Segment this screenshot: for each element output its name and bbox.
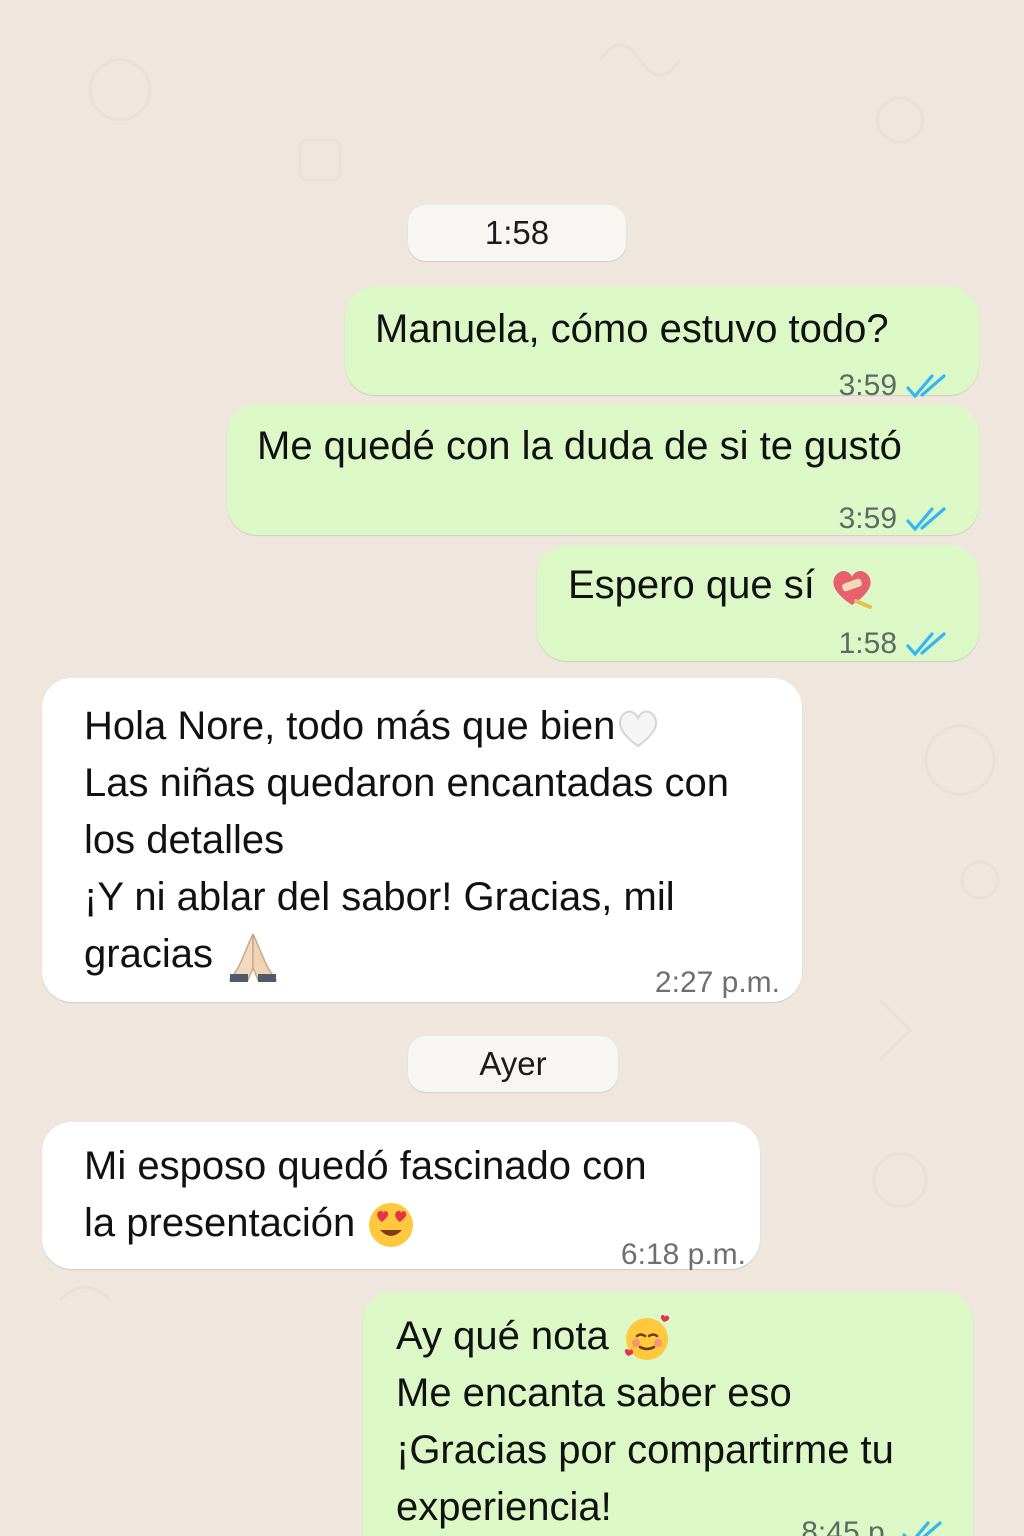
message-text-line: Mi esposo quedó fascinado con — [84, 1144, 647, 1188]
message-time: 2:27 p.m. — [654, 966, 780, 999]
message-bubble-outgoing[interactable]: Ay qué nota Me encanta saber eso ¡Gracia… — [363, 1292, 973, 1536]
message-text-line: Hola Nore, todo más que bien — [84, 698, 729, 755]
message-time: 1:58 — [838, 627, 897, 660]
message-text-line: Ay qué nota — [396, 1308, 894, 1365]
praying-hands-icon — [228, 934, 278, 983]
message-text-line: ¡Gracias por compartirme tu — [396, 1428, 894, 1472]
date-divider: 1:58 — [408, 205, 626, 261]
double-check-read-icon — [906, 506, 946, 531]
message-text-line: ¡Y ni ablar del sabor! Gracias, mil — [84, 875, 675, 919]
double-check-read-icon — [906, 373, 946, 398]
message-text: Me quedé con la duda de si te gustó — [257, 424, 902, 468]
message-text-line: Espero que sí — [568, 563, 815, 607]
message-meta: 6:18 p.m. — [621, 1226, 746, 1283]
date-divider: Ayer — [408, 1036, 618, 1092]
double-check-read-icon — [906, 631, 946, 656]
message-bubble-incoming[interactable]: Hola Nore, todo más que bien Las niñas q… — [42, 678, 802, 1002]
message-text: Espero que sí — [568, 557, 878, 614]
message-time: 3:59 — [838, 502, 897, 535]
message-meta: 1:58 — [839, 615, 949, 672]
message-meta: 8:45 p. — [801, 1504, 945, 1536]
message-text-line: los detalles — [84, 818, 285, 862]
message-meta: 2:27 p.m. — [655, 954, 780, 1011]
message-bubble-outgoing[interactable]: Manuela, cómo estuvo todo? 3:59 — [345, 287, 979, 402]
message-text-line: Las niñas quedaron encantadas con — [84, 761, 729, 805]
message-bubble-outgoing[interactable]: Espero que sí 1:58 — [537, 545, 979, 661]
message-meta: 3:59 — [839, 490, 949, 547]
message-text: Mi esposo quedó fascinado con la present… — [84, 1138, 647, 1252]
white-heart-icon — [619, 711, 658, 748]
heart-eyes-face-icon — [369, 1203, 414, 1248]
message-bubble-incoming[interactable]: Mi esposo quedó fascinado con la present… — [42, 1122, 760, 1271]
face-with-hearts-icon — [624, 1315, 670, 1361]
double-check-read-icon — [902, 1520, 942, 1536]
message-text-line: Me encanta saber eso — [396, 1371, 792, 1415]
chat-conversation[interactable]: 1:58 Manuela, cómo estuvo todo? 3:59 Me … — [0, 0, 1024, 1536]
message-text: Manuela, cómo estuvo todo? — [375, 307, 889, 351]
message-text-line: la presentación — [84, 1195, 647, 1252]
message-bubble-outgoing[interactable]: Me quedé con la duda de si te gustó 3:59 — [227, 404, 979, 535]
message-text: Hola Nore, todo más que bien Las niñas q… — [84, 698, 729, 984]
date-divider-label: 1:58 — [484, 214, 550, 251]
date-divider-label: Ayer — [479, 1045, 547, 1082]
message-time: 8:45 p. — [801, 1516, 893, 1536]
heart-with-bandage-sticker-icon — [833, 571, 872, 610]
message-time: 6:18 p.m. — [620, 1238, 746, 1271]
message-text: Ay qué nota Me encanta saber eso ¡Gracia… — [396, 1308, 894, 1536]
message-text-line: gracias — [84, 926, 729, 984]
